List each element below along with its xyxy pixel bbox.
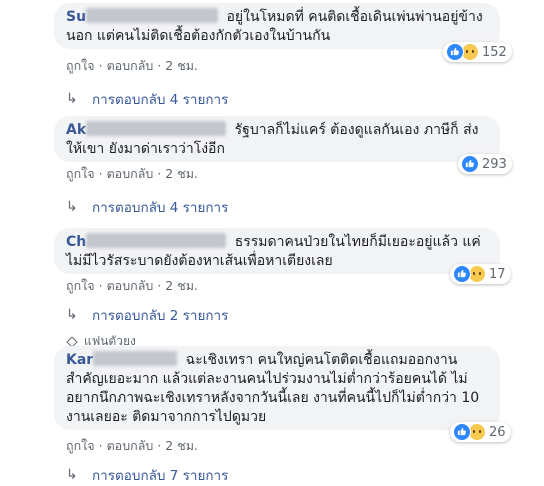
reply-link[interactable]: ตอบกลับ	[107, 438, 154, 453]
comment-actions: ถูกใจ · ตอบกลับ · 2 ชม.	[66, 166, 198, 181]
reply-arrow-icon: ↳	[66, 91, 78, 107]
reaction-summary[interactable]: 17	[450, 264, 511, 284]
commenter-name[interactable]: Ak	[66, 122, 86, 138]
view-replies-link[interactable]: ↳ การตอบกลับ 2 รายการ	[66, 304, 228, 326]
comment-actions: ถูกใจ · ตอบกลับ · 2 ชม.	[66, 278, 198, 293]
reaction-count: 17	[489, 266, 506, 282]
reaction-count: 26	[489, 424, 506, 440]
redacted-name	[93, 351, 178, 366]
reaction-summary[interactable]: 293	[458, 154, 512, 174]
replies-count-label[interactable]: การตอบกลับ 2 รายการ	[92, 304, 228, 326]
redacted-name	[86, 233, 227, 248]
timestamp[interactable]: 2 ชม.	[165, 278, 198, 293]
commenter-name[interactable]: Ch	[66, 234, 86, 250]
reply-arrow-icon: ↳	[66, 199, 78, 215]
reply-arrow-icon: ↳	[66, 307, 78, 323]
timestamp[interactable]: 2 ชม.	[165, 58, 198, 73]
like-link[interactable]: ถูกใจ	[66, 438, 95, 453]
timestamp[interactable]: 2 ชม.	[165, 438, 198, 453]
replies-count-label[interactable]: การตอบกลับ 4 รายการ	[92, 196, 228, 218]
reply-link[interactable]: ตอบกลับ	[107, 166, 154, 181]
like-link[interactable]: ถูกใจ	[66, 278, 95, 293]
comment-actions: ถูกใจ · ตอบกลับ · 2 ชม.	[66, 438, 198, 453]
replies-count-label[interactable]: การตอบกลับ 4 รายการ	[92, 88, 228, 110]
comment-bubble: Su อยู่ในโหมดที่ คนติดเชื้อเดินเพ่นพ่านอ…	[54, 3, 500, 49]
view-replies-link[interactable]: ↳ การตอบกลับ 4 รายการ	[66, 196, 228, 218]
like-icon	[453, 423, 471, 441]
view-replies-link[interactable]: ↳ การตอบกลับ 4 รายการ	[66, 88, 228, 110]
redacted-name	[86, 8, 219, 23]
comment-actions: ถูกใจ · ตอบกลับ · 2 ชม.	[66, 58, 198, 73]
reaction-count: 293	[482, 156, 507, 172]
like-link[interactable]: ถูกใจ	[66, 166, 95, 181]
timestamp[interactable]: 2 ชม.	[165, 166, 198, 181]
like-icon	[461, 155, 479, 173]
redacted-name	[86, 121, 227, 136]
like-icon	[453, 265, 471, 283]
commenter-name[interactable]: Kar	[66, 352, 93, 368]
reaction-summary[interactable]: 152	[443, 42, 512, 62]
comment-bubble: Ch ธรรมดาคนป่วยในไทยก็มีเยอะอยู่แล้ว แค่…	[54, 228, 500, 274]
reply-link[interactable]: ตอบกลับ	[107, 58, 154, 73]
comment-bubble: Kar ฉะเชิงเทรา คนใหญ่คนโตติดเชื้อแถมออกง…	[54, 346, 500, 430]
reaction-count: 152	[482, 44, 507, 60]
commenter-name[interactable]: Su	[66, 9, 86, 25]
view-replies-link[interactable]: ↳ การตอบกลับ 7 รายการ	[66, 464, 228, 486]
reaction-summary[interactable]: 26	[450, 422, 511, 442]
comment-bubble: Ak รัฐบาลก็ไม่แคร์ ต้องดูแลกันเอง ภาษีก็…	[54, 116, 500, 162]
like-icon	[446, 43, 464, 61]
reply-arrow-icon: ↳	[66, 467, 78, 483]
reply-link[interactable]: ตอบกลับ	[107, 278, 154, 293]
like-link[interactable]: ถูกใจ	[66, 58, 95, 73]
replies-count-label[interactable]: การตอบกลับ 7 รายการ	[92, 464, 228, 486]
